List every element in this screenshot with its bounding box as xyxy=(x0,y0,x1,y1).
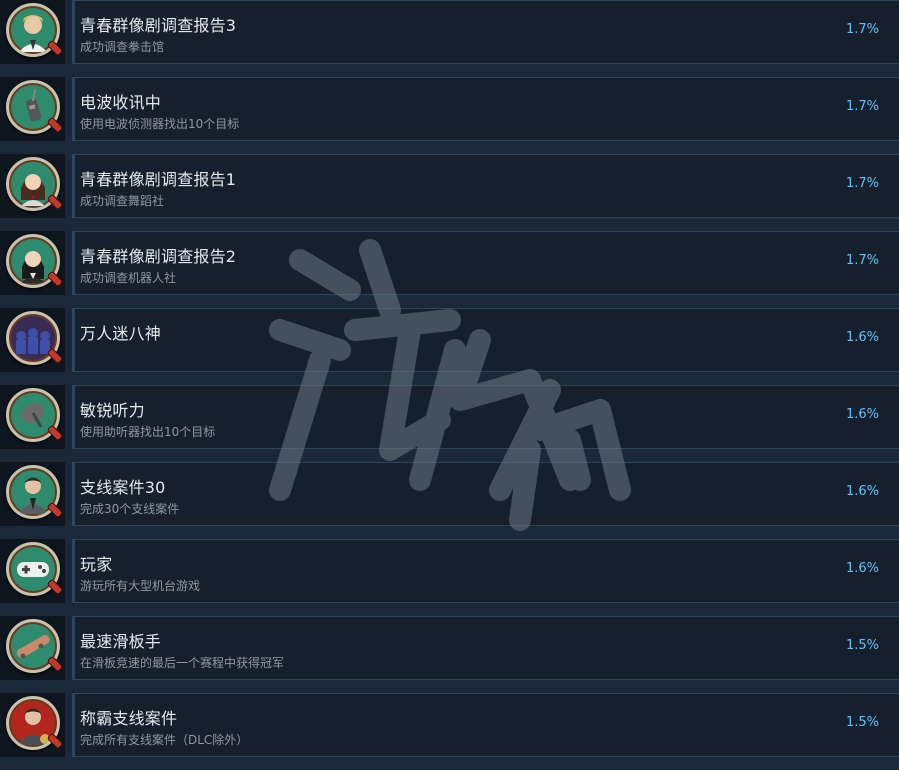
achievement-panel: 玩家游玩所有大型机台游戏 1.6% xyxy=(72,539,899,603)
achievement-row[interactable]: 青春群像剧调查报告2 成功调查机器人社 1.7% xyxy=(0,231,899,308)
achievement-description: 使用电波侦测器找出10个目标 xyxy=(80,117,240,131)
achievement-icon-frame xyxy=(0,385,65,449)
panel-accent xyxy=(72,386,75,448)
achievement-icon-frame xyxy=(0,77,65,141)
unlock-percentage: 1.5% xyxy=(845,715,879,730)
achievement-title: 称霸支线案件 xyxy=(80,709,178,728)
achievement-icon-frame xyxy=(0,231,65,295)
panel-accent xyxy=(72,540,75,602)
achievement-description: 成功调查舞蹈社 xyxy=(80,194,165,208)
achievement-description: 成功调查机器人社 xyxy=(80,271,177,285)
unlock-percentage: 1.6% xyxy=(845,330,879,345)
achievement-description: 完成30个支线案件 xyxy=(80,502,180,516)
achievement-list: 青春群像剧调查报告3 成功调查拳击馆 1.7% 电波收讯中 使用电波侦测器找出10个目标… xyxy=(0,0,899,770)
unlock-percentage: 1.6% xyxy=(845,484,879,499)
panel-accent xyxy=(72,232,75,294)
achievement-title: 电波收讯中 xyxy=(80,93,162,112)
achievement-description: 游玩所有大型机台游戏 xyxy=(80,579,201,593)
achievement-row[interactable]: 最速滑板手在滑板竞速的最后一个赛程中获得冠军 1.5% xyxy=(0,616,899,693)
achievement-icon-frame xyxy=(0,539,65,603)
panel-accent xyxy=(72,78,75,140)
panel-accent xyxy=(72,309,75,371)
achievement-title: 万人迷八神 xyxy=(80,324,162,343)
achievement-panel: 支线案件30 完成30个支线案件 1.6% xyxy=(72,462,899,526)
panel-accent xyxy=(72,617,75,679)
achievement-title: 青春群像剧调查报告2 xyxy=(80,247,237,266)
achievement-icon-frame xyxy=(0,693,65,757)
achievement-icon-frame xyxy=(0,308,65,372)
achievement-panel: 电波收讯中使用电波侦测器找出10个目标 1.7% xyxy=(72,77,899,141)
achievement-description: 成功调查拳击馆 xyxy=(80,40,165,54)
panel-accent xyxy=(72,694,75,756)
unlock-percentage: 1.7% xyxy=(845,22,879,37)
achievement-row[interactable]: 电波收讯中使用电波侦测器找出10个目标 1.7% xyxy=(0,77,899,154)
achievement-panel: 敏锐听力使用助听器找出10个目标 1.6% xyxy=(72,385,899,449)
achievement-row[interactable]: 称霸支线案件完成所有支线案件（DLC除外） 1.5% xyxy=(0,693,899,770)
achievement-description: 使用助听器找出10个目标 xyxy=(80,425,216,439)
achievement-panel: 青春群像剧调查报告1 成功调查舞蹈社 1.7% xyxy=(72,154,899,218)
achievement-title: 玩家 xyxy=(80,555,113,574)
achievement-row[interactable]: 万人迷八神 1.6% xyxy=(0,308,899,385)
unlock-percentage: 1.7% xyxy=(845,99,879,114)
achievement-description: 完成所有支线案件（DLC除外） xyxy=(80,733,249,747)
achievement-title: 最速滑板手 xyxy=(80,632,162,651)
achievement-row[interactable]: 青春群像剧调查报告3 成功调查拳击馆 1.7% xyxy=(0,0,899,77)
achievement-icon-frame xyxy=(0,616,65,680)
unlock-percentage: 1.7% xyxy=(845,253,879,268)
achievement-description: 在滑板竞速的最后一个赛程中获得冠军 xyxy=(80,656,285,670)
unlock-percentage: 1.6% xyxy=(845,407,879,422)
achievement-title: 敏锐听力 xyxy=(80,401,145,420)
achievement-row[interactable]: 青春群像剧调查报告1 成功调查舞蹈社 1.7% xyxy=(0,154,899,231)
achievement-title: 支线案件30 xyxy=(80,478,166,497)
panel-accent xyxy=(72,463,75,525)
achievement-row[interactable]: 支线案件30 完成30个支线案件 1.6% xyxy=(0,462,899,539)
achievement-title: 青春群像剧调查报告3 xyxy=(80,16,237,35)
achievement-icon-frame xyxy=(0,154,65,218)
achievement-panel: 青春群像剧调查报告2 成功调查机器人社 1.7% xyxy=(72,231,899,295)
panel-accent xyxy=(72,1,75,63)
achievement-panel: 称霸支线案件完成所有支线案件（DLC除外） 1.5% xyxy=(72,693,899,757)
achievement-icon-frame xyxy=(0,0,65,64)
achievement-title: 青春群像剧调查报告1 xyxy=(80,170,237,189)
panel-accent xyxy=(72,155,75,217)
unlock-percentage: 1.5% xyxy=(845,638,879,653)
achievement-panel: 青春群像剧调查报告3 成功调查拳击馆 1.7% xyxy=(72,0,899,64)
achievement-icon-frame xyxy=(0,462,65,526)
unlock-percentage: 1.7% xyxy=(845,176,879,191)
unlock-percentage: 1.6% xyxy=(845,561,879,576)
achievement-panel: 万人迷八神 1.6% xyxy=(72,308,899,372)
achievement-panel: 最速滑板手在滑板竞速的最后一个赛程中获得冠军 1.5% xyxy=(72,616,899,680)
achievement-row[interactable]: 敏锐听力使用助听器找出10个目标 1.6% xyxy=(0,385,899,462)
achievement-row[interactable]: 玩家游玩所有大型机台游戏 1.6% xyxy=(0,539,899,616)
